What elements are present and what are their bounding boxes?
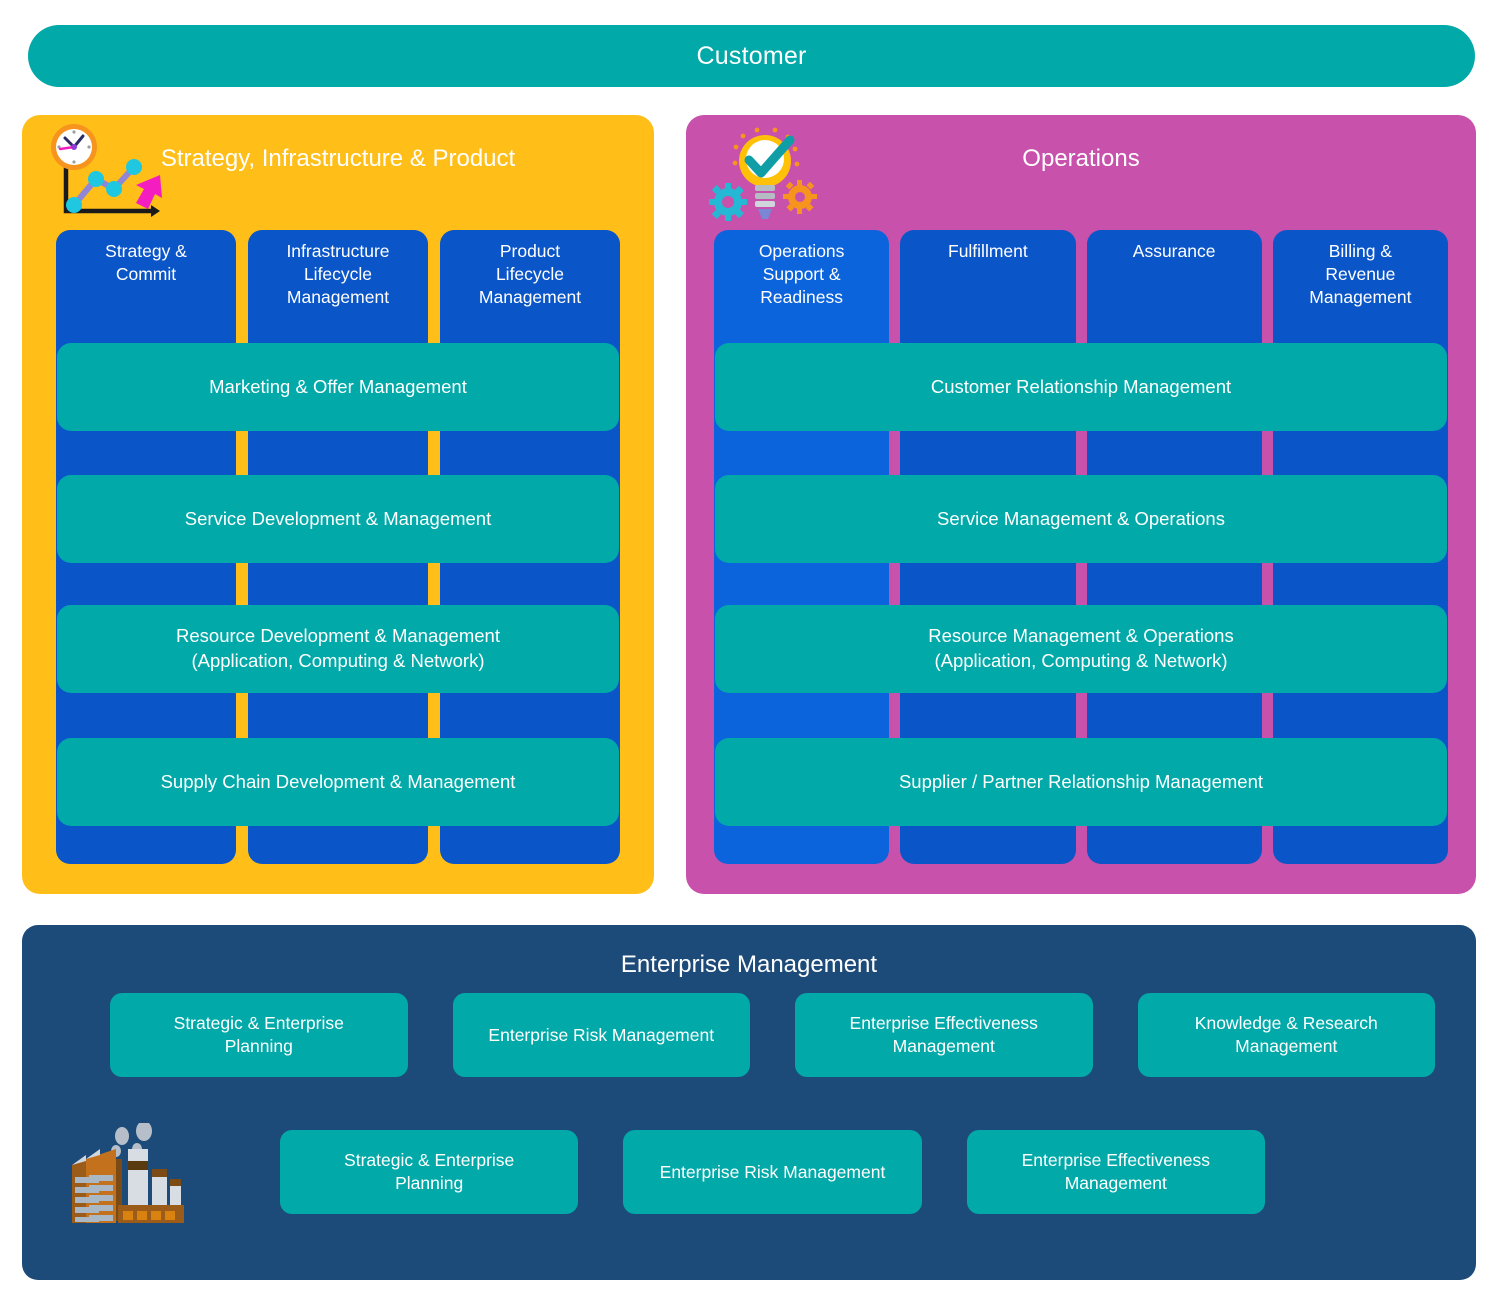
operations-band-label: Supplier / Partner Relationship Manageme… xyxy=(898,770,1264,792)
operations-band-resource-management-operations[interactable]: Resource Management & Operations (Applic… xyxy=(715,605,1447,693)
factory-icon xyxy=(64,1121,244,1233)
enterprise-card-knowledge-research-management[interactable]: Knowledge & Research Management xyxy=(1137,993,1435,1077)
sip-band-service-development-management[interactable]: Service Development & Management xyxy=(57,475,619,563)
enterprise-card-label: Enterprise Effectiveness Management xyxy=(849,1013,1038,1056)
enterprise-card-label: Strategic & Enterprise Planning xyxy=(344,1150,515,1193)
enterprise-card-enterprise-risk-management-2[interactable]: Enterprise Risk Management xyxy=(623,1130,922,1214)
panel-strategy-infrastructure-product[interactable]: Strategy, Infrastructure & Product Strat… xyxy=(22,115,654,894)
sip-band-supply-chain-development-management[interactable]: Supply Chain Development & Management xyxy=(57,738,619,826)
operations-column-label: Fulfillment xyxy=(948,241,1028,261)
operations-band-label: Resource Management & Operations (Applic… xyxy=(928,625,1234,671)
enterprise-card-strategic-enterprise-planning[interactable]: Strategic & Enterprise Planning xyxy=(110,993,408,1077)
lightbulb-check-gears-icon xyxy=(702,123,826,227)
operations-band-label: Customer Relationship Management xyxy=(930,375,1232,397)
operations-band-service-management-operations[interactable]: Service Management & Operations xyxy=(715,475,1447,563)
enterprise-card-strategic-enterprise-planning-2[interactable]: Strategic & Enterprise Planning xyxy=(280,1130,579,1214)
customer-bar[interactable]: Customer xyxy=(28,25,1475,87)
enterprise-card-label: Knowledge & Research Management xyxy=(1194,1013,1378,1056)
operations-column-label: Operations Support & Readiness xyxy=(758,241,845,308)
sip-band-label: Service Development & Management xyxy=(184,507,492,529)
enterprise-card-enterprise-effectiveness-management[interactable]: Enterprise Effectiveness Management xyxy=(795,993,1093,1077)
panel-operations[interactable]: Operations Operations Support & Readines… xyxy=(686,115,1476,894)
enterprise-row-2: Strategic & Enterprise Planning Enterpri… xyxy=(280,1130,1265,1214)
panel-enterprise-management[interactable]: Enterprise Management Strategic & Enterp… xyxy=(22,925,1476,1280)
sip-band-marketing-offer-management[interactable]: Marketing & Offer Management xyxy=(57,343,619,431)
enterprise-card-label: Enterprise Effectiveness Management xyxy=(1021,1150,1211,1193)
enterprise-management-title: Enterprise Management xyxy=(620,951,878,978)
enterprise-row-1: Strategic & Enterprise Planning Enterpri… xyxy=(110,993,1435,1077)
operations-column-label: Assurance xyxy=(1132,241,1216,261)
operations-column-label: Billing & Revenue Management xyxy=(1309,241,1412,308)
enterprise-card-enterprise-effectiveness-management-2[interactable]: Enterprise Effectiveness Management xyxy=(966,1130,1265,1214)
sip-band-label: Resource Development & Management (Appli… xyxy=(176,625,500,671)
enterprise-card-enterprise-risk-management[interactable]: Enterprise Risk Management xyxy=(452,993,750,1077)
customer-label: Customer xyxy=(696,41,807,70)
sip-band-label: Supply Chain Development & Management xyxy=(160,770,516,792)
clock-chart-icon xyxy=(38,123,162,227)
sip-column-label: Product Lifecycle Management xyxy=(478,241,582,308)
enterprise-card-label: Enterprise Risk Management xyxy=(488,1024,715,1045)
operations-band-customer-relationship-management[interactable]: Customer Relationship Management xyxy=(715,343,1447,431)
operations-band-label: Service Management & Operations xyxy=(937,507,1225,529)
enterprise-card-label: Strategic & Enterprise Planning xyxy=(173,1013,344,1056)
sip-column-label: Infrastructure Lifecycle Management xyxy=(286,241,390,308)
sip-band-resource-development-management[interactable]: Resource Development & Management (Appli… xyxy=(57,605,619,693)
sip-column-label: Strategy & Commit xyxy=(105,241,187,285)
operations-band-supplier-partner-relationship-management[interactable]: Supplier / Partner Relationship Manageme… xyxy=(715,738,1447,826)
etom-framework-diagram: Customer Strategy, Infrastructure & Prod… xyxy=(0,0,1500,1300)
enterprise-card-label: Enterprise Risk Management xyxy=(659,1161,886,1182)
sip-band-label: Marketing & Offer Management xyxy=(209,375,467,397)
